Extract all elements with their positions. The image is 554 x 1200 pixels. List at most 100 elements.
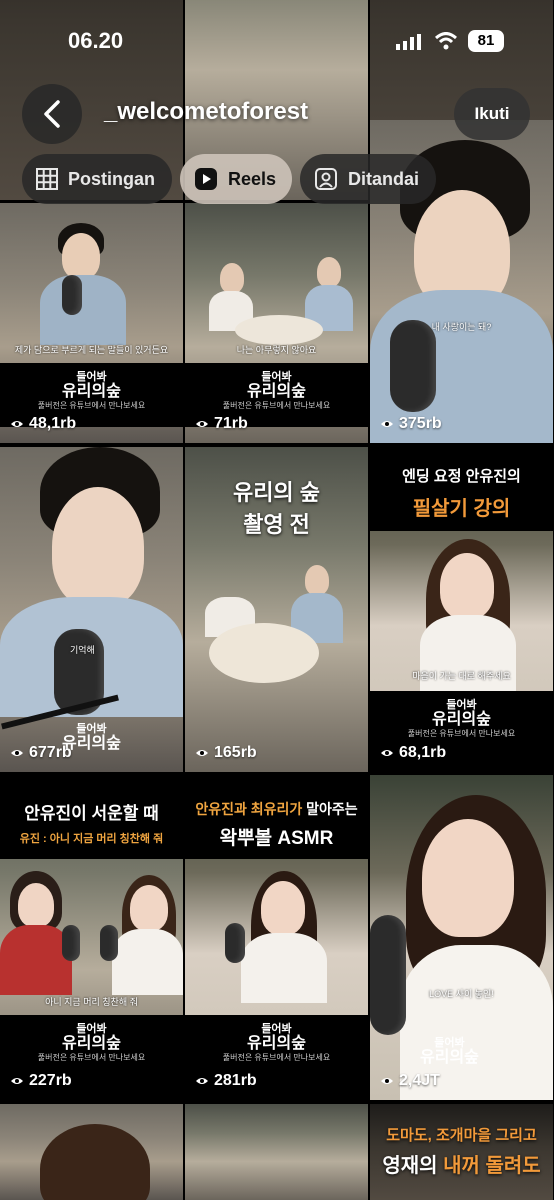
reel-tile[interactable]: 나는 아무렇지 않아요 들어봐 유리의숲 풀버전은 유튜브에서 만나보세요 71… xyxy=(185,203,368,443)
reel-title: 유리의 숲 촬영 전 xyxy=(185,475,368,539)
view-count-label: 165rb xyxy=(214,744,257,761)
person-face xyxy=(440,553,494,619)
reel-title-line2: 촬영 전 xyxy=(243,512,310,537)
reel-title-line1: 유리의 숲 xyxy=(232,480,321,505)
view-count-label: 375rb xyxy=(399,415,442,432)
caption-line3: 풀버전은 유튜브에서 만나보세요 xyxy=(407,729,516,738)
microphone-icon xyxy=(62,275,82,315)
caption-line2: 유리의숲 xyxy=(62,383,121,400)
title-line2-part1: 영재의 xyxy=(382,1155,438,1177)
tab-ditandai[interactable]: Ditandai xyxy=(300,154,436,204)
status-bar: 06.20 81 xyxy=(0,0,554,84)
reel-tile[interactable] xyxy=(185,1104,368,1200)
reel-tile[interactable]: 안유진과 최유리가 말아주는 왁뿌볼 ASMR 들어봐 유리의숲 풀버전은 유튜… xyxy=(185,775,368,1100)
caption-line3: 풀버전은 유튜브에서 만나보세요 xyxy=(37,1053,146,1062)
subtitle: 내 사랑이는 돼? xyxy=(431,322,492,332)
view-count-label: 71rb xyxy=(214,415,248,432)
title-band: 안유진이 서운할 때 유진 : 아니 지금 머리 칭찬해 줘 xyxy=(0,775,183,859)
title-line1: 안유진과 최유리가 말아주는 xyxy=(185,799,368,819)
caption-line3: 풀버전은 유튜브에서 만나보세요 xyxy=(222,401,331,410)
title-line2: 필살기 강의 xyxy=(412,498,511,520)
back-button[interactable] xyxy=(22,84,82,144)
person-face xyxy=(305,565,329,595)
reel-tile[interactable]: 안유진이 서운할 때 유진 : 아니 지금 머리 칭찬해 줘 아니 지금 머리 … xyxy=(0,775,183,1100)
title-line1: 엔딩 요정 안유진의 xyxy=(402,468,521,485)
microphone-icon xyxy=(390,320,436,412)
person-shirt xyxy=(112,929,183,995)
eye-icon xyxy=(196,750,208,756)
view-count-label: 281rb xyxy=(214,1072,257,1089)
hair xyxy=(40,1124,150,1200)
profile-tabs: Postingan Reels Ditandai xyxy=(22,154,436,204)
profile-username: _welcometoforest xyxy=(104,98,309,125)
tab-reels[interactable]: Reels xyxy=(180,154,292,204)
tagged-icon xyxy=(315,168,337,190)
view-count-label: 48,1rb xyxy=(29,415,77,432)
view-count: 375rb xyxy=(380,415,442,433)
person-face xyxy=(422,819,514,937)
microphone-icon xyxy=(100,925,118,961)
title-band: 도마도, 조개마을 그리고 영재의 내꺼 돌려도 xyxy=(370,1124,553,1178)
reel-tile[interactable]: 도마도, 조개마을 그리고 영재의 내꺼 돌려도 xyxy=(370,1104,553,1200)
view-count: 165rb xyxy=(195,744,257,762)
caption-line3: 풀버전은 유튜브에서 만나보세요 xyxy=(222,1053,331,1062)
status-time: 06.20 xyxy=(68,28,124,53)
title-rest: 말아주는 xyxy=(306,801,358,817)
tab-postingan[interactable]: Postingan xyxy=(22,154,172,204)
person-face xyxy=(220,263,244,293)
eye-icon xyxy=(11,1078,23,1084)
tab-label: Postingan xyxy=(68,168,156,189)
caption-line1: 들어봐 xyxy=(261,371,292,383)
eye-icon xyxy=(196,421,208,427)
view-count: 281rb xyxy=(195,1072,257,1090)
follow-button[interactable]: Ikuti xyxy=(454,88,530,140)
reel-tile[interactable] xyxy=(0,1104,183,1200)
eye-icon xyxy=(381,421,393,427)
subtitle: 제가 담으로 부르게 되는 말들이 있거든요 xyxy=(14,345,169,355)
signal-icon xyxy=(396,34,421,50)
eye-icon xyxy=(11,421,23,427)
title-line1: 안유진이 서운할 때 xyxy=(24,804,159,823)
round-table xyxy=(209,623,319,683)
caption-line2: 유리의숲 xyxy=(247,383,306,400)
reel-tile[interactable]: 엔딩 요정 안유진의 필살기 강의 마음이 가는 대로 해주세요 들어봐 유리의… xyxy=(370,447,553,772)
title-name1: 안유진과 xyxy=(195,801,247,817)
reel-tile[interactable]: 유리의 숲 촬영 전 165rb xyxy=(185,447,368,772)
grid-icon xyxy=(36,168,58,190)
caption-line1: 들어봐 xyxy=(434,1037,465,1049)
chevron-left-icon xyxy=(44,100,60,128)
caption-line2: 유리의숲 xyxy=(420,1049,479,1066)
title-band: 엔딩 요정 안유진의 필살기 강의 xyxy=(370,447,553,531)
caption-line1: 들어봐 xyxy=(76,723,107,735)
person-face xyxy=(52,487,144,607)
caption-line1: 들어봐 xyxy=(446,699,477,711)
caption-line2: 유리의숲 xyxy=(62,1035,121,1052)
title-line2: 영재의 내꺼 돌려도 xyxy=(370,1149,553,1178)
title-line2: 왁뿌볼 ASMR xyxy=(219,828,334,849)
tab-label: Ditandai xyxy=(348,168,420,189)
view-count-label: 227rb xyxy=(29,1072,72,1089)
person-face xyxy=(317,257,341,287)
person-shirt xyxy=(241,933,327,1003)
view-count-label: 2,4JT xyxy=(399,1072,440,1089)
title-line2-part2: 내꺼 돌려도 xyxy=(443,1155,541,1177)
title-name2: 최유리가 xyxy=(250,801,303,817)
reel-tile[interactable]: 제가 담으로 부르게 되는 말들이 있거든요 들어봐 유리의숲 풀버전은 유튜브… xyxy=(0,203,183,443)
title-line2: 유진 : 아니 지금 머리 칭찬해 줘 xyxy=(19,833,164,845)
person-face xyxy=(62,233,100,279)
caption-line1: 들어봐 xyxy=(261,1023,292,1035)
eye-icon xyxy=(11,750,23,756)
caption-line2: 유리의숲 xyxy=(432,711,491,728)
view-count: 227rb xyxy=(10,1072,72,1090)
view-count: 48,1rb xyxy=(10,415,76,433)
eye-icon xyxy=(381,1078,393,1084)
microphone-icon xyxy=(62,925,80,961)
subtitle: 아니 지금 머리 칭찬해 줘 xyxy=(45,997,138,1007)
person-face xyxy=(261,881,305,935)
reel-tile[interactable]: LOVE 사이 놓인! 들어봐 유리의숲 2,4JT xyxy=(370,775,553,1100)
reel-tile[interactable]: 기억해 들어봐 유리의숲 677rb xyxy=(0,447,183,772)
subtitle: 기억해 xyxy=(70,645,95,655)
person-face xyxy=(18,883,54,927)
view-count: 71rb xyxy=(195,415,248,433)
view-count-label: 677rb xyxy=(29,744,72,761)
